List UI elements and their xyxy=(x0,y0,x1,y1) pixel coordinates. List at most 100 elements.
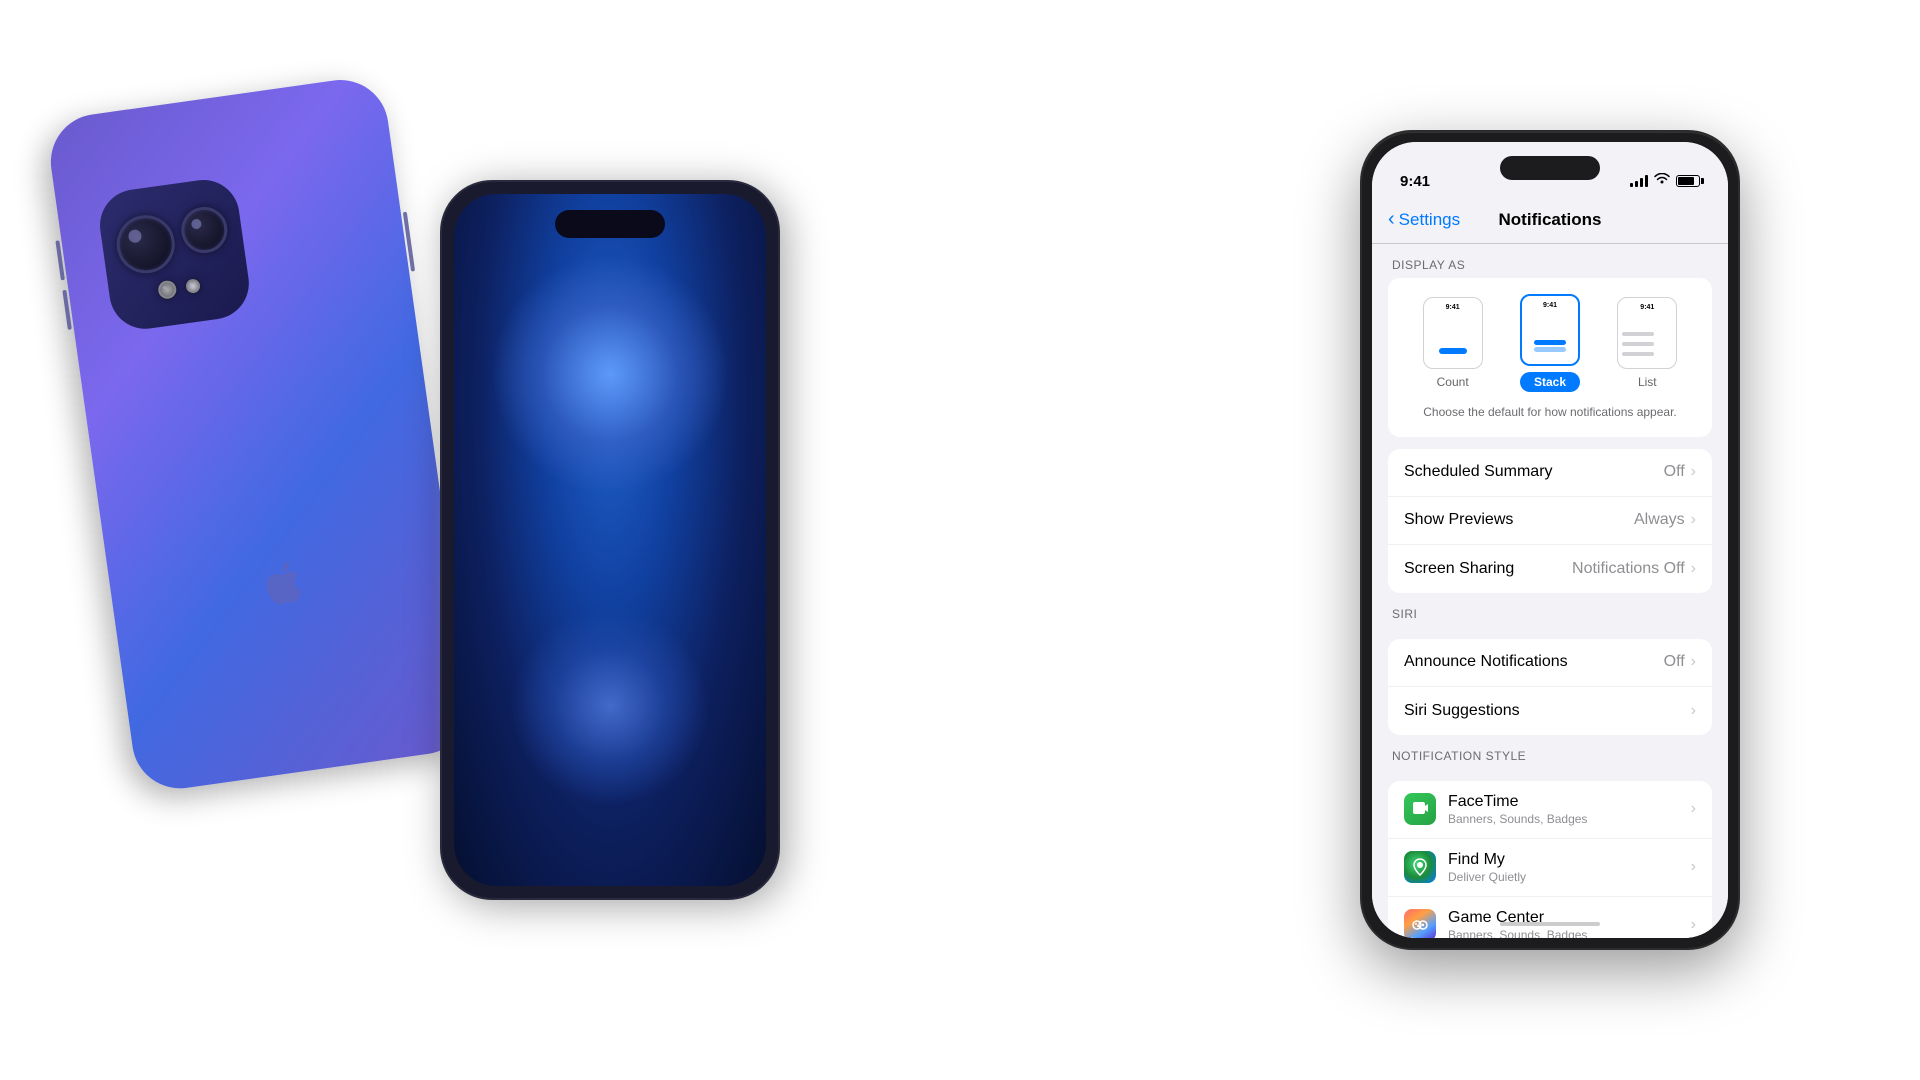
apple-logo-back xyxy=(258,557,305,615)
signal-bar-2 xyxy=(1635,181,1638,187)
count-rect xyxy=(1439,348,1467,354)
scheduled-summary-value: Off xyxy=(1664,463,1685,481)
facetime-name: FaceTime xyxy=(1448,793,1691,811)
siri-suggestions-chevron: › xyxy=(1691,702,1696,720)
stack-rect-2 xyxy=(1534,347,1566,352)
back-chevron-icon: ‹ xyxy=(1388,208,1395,231)
main-settings-group: Scheduled Summary Off › Show Previews Al… xyxy=(1388,449,1712,593)
siri-section-label: SIRI xyxy=(1372,593,1728,627)
front-vol-up xyxy=(440,322,441,366)
show-previews-label: Show Previews xyxy=(1404,511,1634,529)
stack-time: 9:41 xyxy=(1543,302,1557,309)
gamecenter-row[interactable]: Game Center Banners, Sounds, Badges › xyxy=(1388,897,1712,938)
phone-screen xyxy=(454,194,766,886)
gamecenter-sub: Banners, Sounds, Badges xyxy=(1448,928,1691,938)
display-as-section-label: DISPLAY AS xyxy=(1372,244,1728,278)
scheduled-summary-row[interactable]: Scheduled Summary Off › xyxy=(1388,449,1712,497)
stack-rect-1 xyxy=(1534,340,1566,345)
count-icon: 9:41 xyxy=(1423,297,1483,369)
settings-dynamic-island xyxy=(1500,156,1600,180)
stack-icon: 9:41 xyxy=(1520,294,1580,366)
home-indicator xyxy=(1500,922,1600,926)
screen-sharing-label: Screen Sharing xyxy=(1404,560,1572,578)
facetime-chevron: › xyxy=(1691,800,1696,818)
phone-settings: 9:41 xyxy=(1360,130,1740,950)
siri-suggestions-row[interactable]: Siri Suggestions › xyxy=(1388,687,1712,735)
findmy-chevron: › xyxy=(1691,858,1696,876)
signal-bar-4 xyxy=(1645,175,1648,187)
nav-back-label[interactable]: Settings xyxy=(1399,210,1460,230)
volume-up-button xyxy=(55,240,65,280)
list-row-3 xyxy=(1622,352,1654,356)
list-icon: 9:41 xyxy=(1617,297,1677,369)
settings-content: DISPLAY AS 9:41 Count xyxy=(1372,244,1728,938)
nav-title: Notifications xyxy=(1499,210,1602,230)
display-option-count[interactable]: 9:41 Count xyxy=(1423,297,1483,389)
scene: 9:41 xyxy=(0,0,1920,1080)
list-label: List xyxy=(1638,375,1657,389)
status-icons xyxy=(1630,172,1700,190)
show-previews-value: Always xyxy=(1634,511,1685,529)
battery-icon xyxy=(1676,175,1700,187)
camera-sensor xyxy=(185,278,201,294)
stack-pill: Stack xyxy=(1520,372,1580,392)
nav-back-button[interactable]: ‹ Settings xyxy=(1388,209,1460,231)
announce-notifications-row[interactable]: Announce Notifications Off › xyxy=(1388,639,1712,687)
siri-settings-group: Announce Notifications Off › Siri Sugges… xyxy=(1388,639,1712,735)
camera-module xyxy=(95,175,253,333)
findmy-sub: Deliver Quietly xyxy=(1448,870,1691,884)
facetime-sub: Banners, Sounds, Badges xyxy=(1448,812,1691,826)
screen-sharing-chevron: › xyxy=(1691,560,1696,578)
screen-orb-top xyxy=(490,254,730,494)
facetime-info: FaceTime Banners, Sounds, Badges xyxy=(1448,793,1691,826)
gamecenter-icon xyxy=(1404,909,1436,938)
front-power-button xyxy=(779,342,780,412)
app-notification-group: FaceTime Banners, Sounds, Badges › xyxy=(1388,781,1712,938)
findmy-row[interactable]: Find My Deliver Quietly › xyxy=(1388,839,1712,897)
announce-notifications-value: Off xyxy=(1664,653,1685,671)
screen-sharing-row[interactable]: Screen Sharing Notifications Off › xyxy=(1388,545,1712,593)
findmy-info: Find My Deliver Quietly xyxy=(1448,851,1691,884)
notification-style-section-label: NOTIFICATION STYLE xyxy=(1372,735,1728,769)
display-option-list[interactable]: 9:41 List xyxy=(1617,297,1677,389)
phone-front xyxy=(440,180,780,900)
screen-sharing-value: Notifications Off xyxy=(1572,560,1685,578)
scheduled-summary-chevron: › xyxy=(1691,463,1696,481)
display-option-stack[interactable]: 9:41 Stack xyxy=(1520,294,1580,392)
phone-back xyxy=(45,74,476,795)
findmy-icon xyxy=(1404,851,1436,883)
scheduled-summary-label: Scheduled Summary xyxy=(1404,463,1664,481)
display-as-container: 9:41 Count 9:41 xyxy=(1388,278,1712,437)
status-time: 9:41 xyxy=(1400,173,1430,190)
list-time: 9:41 xyxy=(1640,304,1654,311)
signal-bar-1 xyxy=(1630,183,1633,187)
camera-lens-main xyxy=(113,212,179,278)
findmy-name: Find My xyxy=(1448,851,1691,869)
camera-lens-ultra xyxy=(178,204,230,256)
siri-suggestions-label: Siri Suggestions xyxy=(1404,702,1691,720)
list-row-1 xyxy=(1622,332,1654,336)
announce-notifications-label: Announce Notifications xyxy=(1404,653,1664,671)
front-vol-down xyxy=(440,377,441,421)
count-time: 9:41 xyxy=(1446,304,1460,311)
display-as-description: Choose the default for how notifications… xyxy=(1404,404,1696,421)
nav-bar[interactable]: ‹ Settings Notifications xyxy=(1372,196,1728,244)
volume-down-button xyxy=(62,290,72,330)
signal-bar-3 xyxy=(1640,178,1643,187)
display-as-options: 9:41 Count 9:41 xyxy=(1404,294,1696,392)
screen-orb-bottom xyxy=(510,606,710,806)
camera-flash xyxy=(157,280,177,300)
power-button xyxy=(403,212,415,272)
facetime-icon xyxy=(1404,793,1436,825)
phones-left-group xyxy=(100,60,780,1020)
show-previews-row[interactable]: Show Previews Always › xyxy=(1388,497,1712,545)
list-row-2 xyxy=(1622,342,1654,346)
dynamic-island-front xyxy=(555,210,665,238)
count-label: Count xyxy=(1437,375,1469,389)
show-previews-chevron: › xyxy=(1691,511,1696,529)
gamecenter-chevron: › xyxy=(1691,916,1696,934)
settings-screen: 9:41 xyxy=(1372,142,1728,938)
wifi-icon xyxy=(1654,172,1670,190)
facetime-row[interactable]: FaceTime Banners, Sounds, Badges › xyxy=(1388,781,1712,839)
announce-notifications-chevron: › xyxy=(1691,653,1696,671)
